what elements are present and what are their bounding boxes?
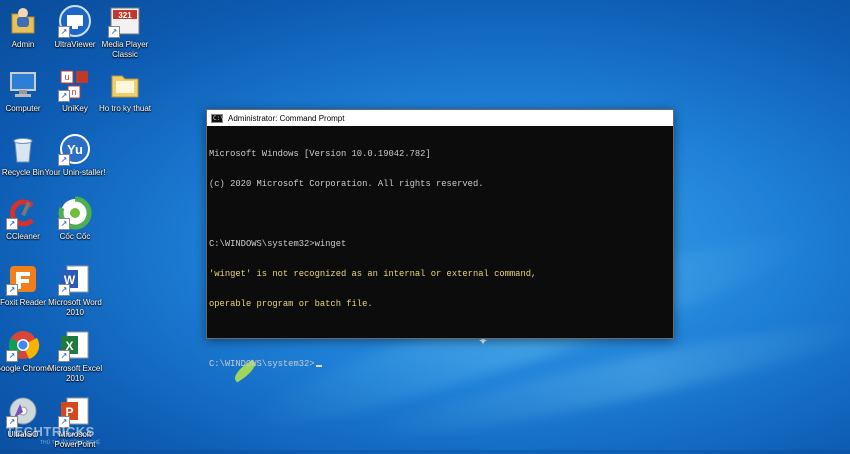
shortcut-arrow-icon: ↗ bbox=[6, 284, 18, 296]
console-prompt-line[interactable]: C:\WINDOWS\system32> bbox=[209, 359, 671, 369]
uninstaller-icon: Yu ↗ bbox=[58, 132, 92, 166]
console-error-line: 'winget' is not recognized as an interna… bbox=[209, 269, 537, 279]
cmd-app-icon: C:\ bbox=[211, 113, 224, 123]
svg-text:u: u bbox=[64, 72, 69, 82]
console-line: (c) 2020 Microsoft Corporation. All righ… bbox=[209, 179, 484, 189]
powerpoint-icon: P ↗ bbox=[58, 394, 92, 428]
shortcut-arrow-icon: ↗ bbox=[108, 26, 120, 38]
desktop-icon-ho-tro-ky-thuat[interactable]: Ho tro ky thuat bbox=[94, 68, 156, 114]
ultraiso-icon: ↗ bbox=[6, 394, 40, 428]
console-error-line: operable program or batch file. bbox=[209, 299, 373, 309]
console-line: Microsoft Windows [Version 10.0.19042.78… bbox=[209, 149, 431, 159]
console-line: C:\WINDOWS\system32>winget bbox=[209, 239, 347, 249]
desktop-icon-word[interactable]: W ↗ Microsoft Word 2010 bbox=[44, 262, 106, 318]
desktop-icon-label: Ho tro ky thuat bbox=[98, 104, 152, 113]
desktop-icon-label: Microsoft Excel 2010 bbox=[47, 364, 103, 383]
media-player-classic-icon: 321 ↗ bbox=[108, 4, 142, 38]
svg-text:n: n bbox=[71, 87, 76, 97]
excel-icon: X ↗ bbox=[58, 328, 92, 362]
desktop-icon-coccoc[interactable]: ↗ Cốc Cốc bbox=[44, 196, 106, 242]
console-output[interactable]: Microsoft Windows [Version 10.0.19042.78… bbox=[207, 126, 673, 392]
desktop-icon-your-uninstaller[interactable]: Yu ↗ Your Unin-staller! bbox=[44, 132, 106, 178]
watermark-logo: TECHTRICKS bbox=[6, 424, 95, 439]
text-cursor bbox=[315, 365, 322, 367]
console-prompt: C:\WINDOWS\system32> bbox=[209, 359, 315, 369]
desktop-icon-label: Media Player Classic bbox=[101, 40, 149, 59]
word-icon: W ↗ bbox=[58, 262, 92, 296]
user-folder-icon bbox=[6, 4, 40, 38]
shortcut-arrow-icon: ↗ bbox=[58, 90, 70, 102]
command-prompt-window[interactable]: C:\ Administrator: Command Prompt Micros… bbox=[206, 109, 674, 369]
desktop-icon-label: Microsoft Word 2010 bbox=[48, 298, 102, 317]
recycle-bin-icon bbox=[6, 132, 40, 166]
shortcut-arrow-icon: ↗ bbox=[6, 218, 18, 230]
desktop-icon-label: Your Unin-staller! bbox=[44, 168, 106, 177]
shortcut-arrow-icon: ↗ bbox=[6, 350, 18, 362]
ccleaner-icon: ↗ bbox=[6, 196, 40, 230]
desktop-icon-excel[interactable]: X ↗ Microsoft Excel 2010 bbox=[44, 328, 106, 384]
shortcut-arrow-icon: ↗ bbox=[58, 154, 70, 166]
shortcut-arrow-icon: ↗ bbox=[58, 284, 70, 296]
desktop-icon-media-player-classic[interactable]: 321 ↗ Media Player Classic bbox=[94, 4, 156, 60]
chrome-icon: ↗ bbox=[6, 328, 40, 362]
shortcut-arrow-icon: ↗ bbox=[58, 350, 70, 362]
shortcut-arrow-icon: ↗ bbox=[58, 26, 70, 38]
folder-icon bbox=[108, 68, 142, 102]
window-title: Administrator: Command Prompt bbox=[228, 113, 345, 123]
unikey-icon: un ↗ bbox=[58, 68, 92, 102]
svg-text:321: 321 bbox=[118, 11, 132, 20]
coccoc-browser-icon: ↗ bbox=[58, 196, 92, 230]
desktop-icon-label: Cốc Cốc bbox=[59, 232, 91, 241]
computer-icon bbox=[6, 68, 40, 102]
shortcut-arrow-icon: ↗ bbox=[58, 218, 70, 230]
watermark-subtitle: THỦ THUẬT CÔNG NGHỆ bbox=[40, 440, 101, 446]
window-titlebar[interactable]: C:\ Administrator: Command Prompt bbox=[207, 110, 673, 126]
foxit-reader-icon: ↗ bbox=[6, 262, 40, 296]
ultraviewer-icon: ↗ bbox=[58, 4, 92, 38]
